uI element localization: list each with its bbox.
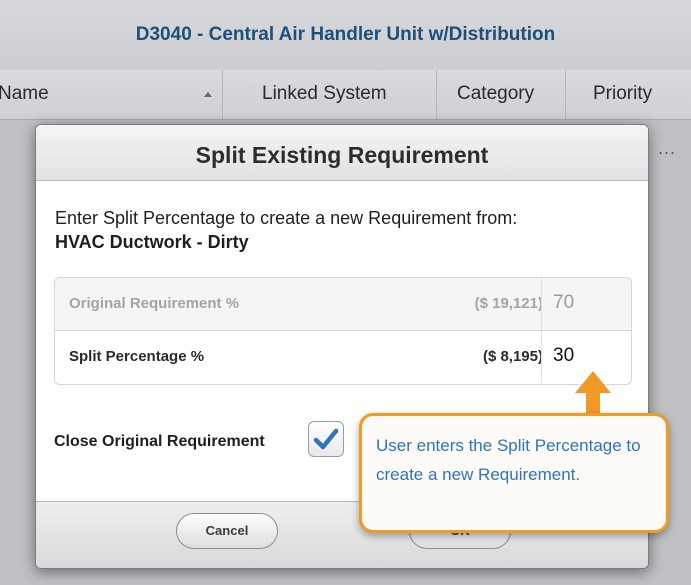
sort-ascending-icon[interactable]: [204, 92, 212, 97]
app-header: D3040 - Central Air Handler Unit w/Distr…: [0, 0, 691, 71]
original-requirement-amount: ($ 19,121): [474, 295, 543, 312]
column-header-priority[interactable]: Priority: [593, 83, 652, 105]
column-header-name[interactable]: Name: [0, 83, 49, 105]
dialog-instructions: Enter Split Percentage to create a new R…: [55, 206, 517, 254]
original-requirement-percent-field: 70: [541, 278, 631, 330]
instruction-text: Enter Split Percentage to create a new R…: [55, 208, 518, 228]
callout-text: User enters the Split Percentage to crea…: [376, 436, 641, 484]
original-requirement-row: Original Requirement % ($ 19,121) 70: [55, 278, 631, 331]
requirement-name: HVAC Ductwork - Dirty: [55, 232, 249, 252]
column-header-category[interactable]: Category: [457, 83, 534, 105]
split-amount: ($ 8,195): [482, 348, 543, 365]
original-requirement-percent: 70: [553, 292, 575, 313]
dialog-header: Split Existing Requirement: [36, 125, 648, 181]
percentage-table: Original Requirement % ($ 19,121) 70 Spl…: [54, 277, 632, 385]
column-divider: [436, 70, 437, 119]
more-options-icon[interactable]: ...: [658, 138, 676, 159]
split-percentage-row: Split Percentage % ($ 8,195) 30: [55, 331, 631, 383]
split-percentage-label: Split Percentage %: [69, 348, 205, 365]
close-original-checkbox[interactable]: [308, 421, 344, 457]
original-requirement-label: Original Requirement %: [69, 295, 240, 312]
split-percentage-value: 30: [553, 345, 575, 366]
column-divider: [565, 70, 566, 119]
instruction-callout: User enters the Split Percentage to crea…: [359, 413, 669, 533]
cancel-button[interactable]: Cancel: [176, 513, 278, 549]
page-title: D3040 - Central Air Handler Unit w/Distr…: [135, 24, 556, 45]
close-original-label: Close Original Requirement: [54, 433, 265, 450]
callout-arrow-icon: [575, 371, 611, 415]
checkmark-icon: [313, 428, 339, 450]
table-header: Name Linked System Category Priority: [0, 70, 691, 120]
dialog-title: Split Existing Requirement: [195, 142, 489, 168]
column-header-linked-system[interactable]: Linked System: [262, 83, 387, 105]
column-divider: [222, 70, 223, 119]
